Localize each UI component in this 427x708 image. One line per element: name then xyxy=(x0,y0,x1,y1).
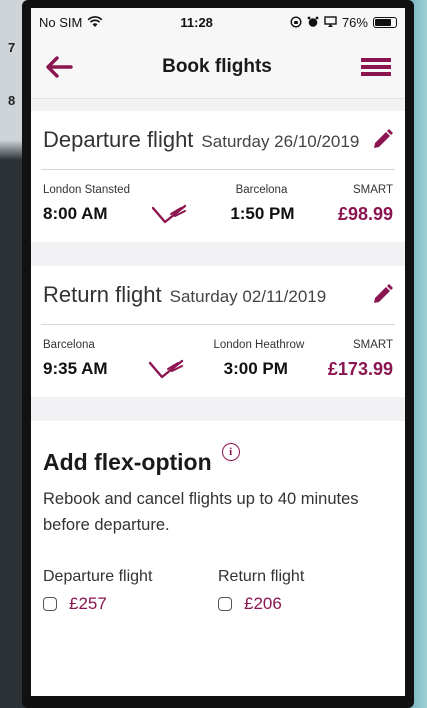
return-date: Saturday 02/11/2019 xyxy=(169,287,327,306)
menu-icon[interactable] xyxy=(361,57,391,77)
phone-frame: No SIM 11:28 76% Book flights Departure … xyxy=(22,0,414,708)
flex-return-option: Return flight £206 xyxy=(218,568,393,614)
screen-mirror-icon xyxy=(324,16,337,27)
background-number: 7 xyxy=(8,40,16,55)
status-bar: No SIM 11:28 76% xyxy=(31,8,405,36)
flex-departure-price: £257 xyxy=(69,594,107,613)
departure-heading: Departure flight xyxy=(43,127,194,152)
departure-time: 8:00 AM xyxy=(43,204,108,223)
back-arrow-icon[interactable] xyxy=(45,56,73,78)
edit-pencil-icon[interactable] xyxy=(371,284,393,306)
info-icon[interactable]: i xyxy=(221,443,240,461)
arrival-time: 1:50 PM xyxy=(230,204,295,223)
return-heading: Return flight xyxy=(43,282,162,307)
return-fare: SMART xyxy=(352,339,393,351)
flex-return-checkbox[interactable] xyxy=(218,597,232,611)
plane-landing-icon xyxy=(148,359,183,379)
departure-destination: Barcelona xyxy=(235,184,288,196)
return-card[interactable]: Return flight Saturday 02/11/2019 Barcel… xyxy=(31,266,405,397)
plane-landing-icon xyxy=(151,204,187,224)
alarm-icon xyxy=(307,16,319,27)
flex-departure-checkbox[interactable] xyxy=(43,597,57,611)
departure-card[interactable]: Departure flight Saturday 26/10/2019 Lon… xyxy=(31,111,405,242)
flex-option-section: Add flex-option i Rebook and cancel flig… xyxy=(31,421,405,696)
carrier-label: No SIM xyxy=(39,14,83,30)
flex-option-description: Rebook and cancel flights up to 40 minut… xyxy=(43,490,359,534)
flex-option-title: Add flex-option xyxy=(43,449,212,475)
flex-departure-option: Departure flight £257 xyxy=(43,568,218,614)
departure-origin: London Stansted xyxy=(43,184,130,196)
return-origin: Barcelona xyxy=(43,339,95,351)
wifi-icon xyxy=(87,16,103,27)
return-arrival-time: 3:00 PM xyxy=(223,359,288,378)
return-destination: London Heathrow xyxy=(213,339,305,351)
departure-price: £98.99 xyxy=(337,203,393,224)
battery-icon xyxy=(372,16,397,28)
battery-percent: 76% xyxy=(341,14,368,30)
nav-bar: Book flights xyxy=(31,36,405,99)
departure-fare: SMART xyxy=(352,184,393,196)
screen: No SIM 11:28 76% Book flights Departure … xyxy=(31,8,405,696)
edit-pencil-icon[interactable] xyxy=(371,129,393,151)
return-price: £173.99 xyxy=(327,358,393,379)
background-number: 8 xyxy=(8,93,16,108)
flex-return-price: £206 xyxy=(244,594,282,613)
return-departure-time: 9:35 AM xyxy=(43,359,108,378)
rotation-lock-icon xyxy=(290,16,302,28)
departure-date: Saturday 26/10/2019 xyxy=(201,132,360,151)
page-title: Book flights xyxy=(162,56,272,77)
clock: 11:28 xyxy=(180,14,213,30)
flex-return-label: Return flight xyxy=(218,568,305,585)
flex-departure-label: Departure flight xyxy=(43,568,153,585)
